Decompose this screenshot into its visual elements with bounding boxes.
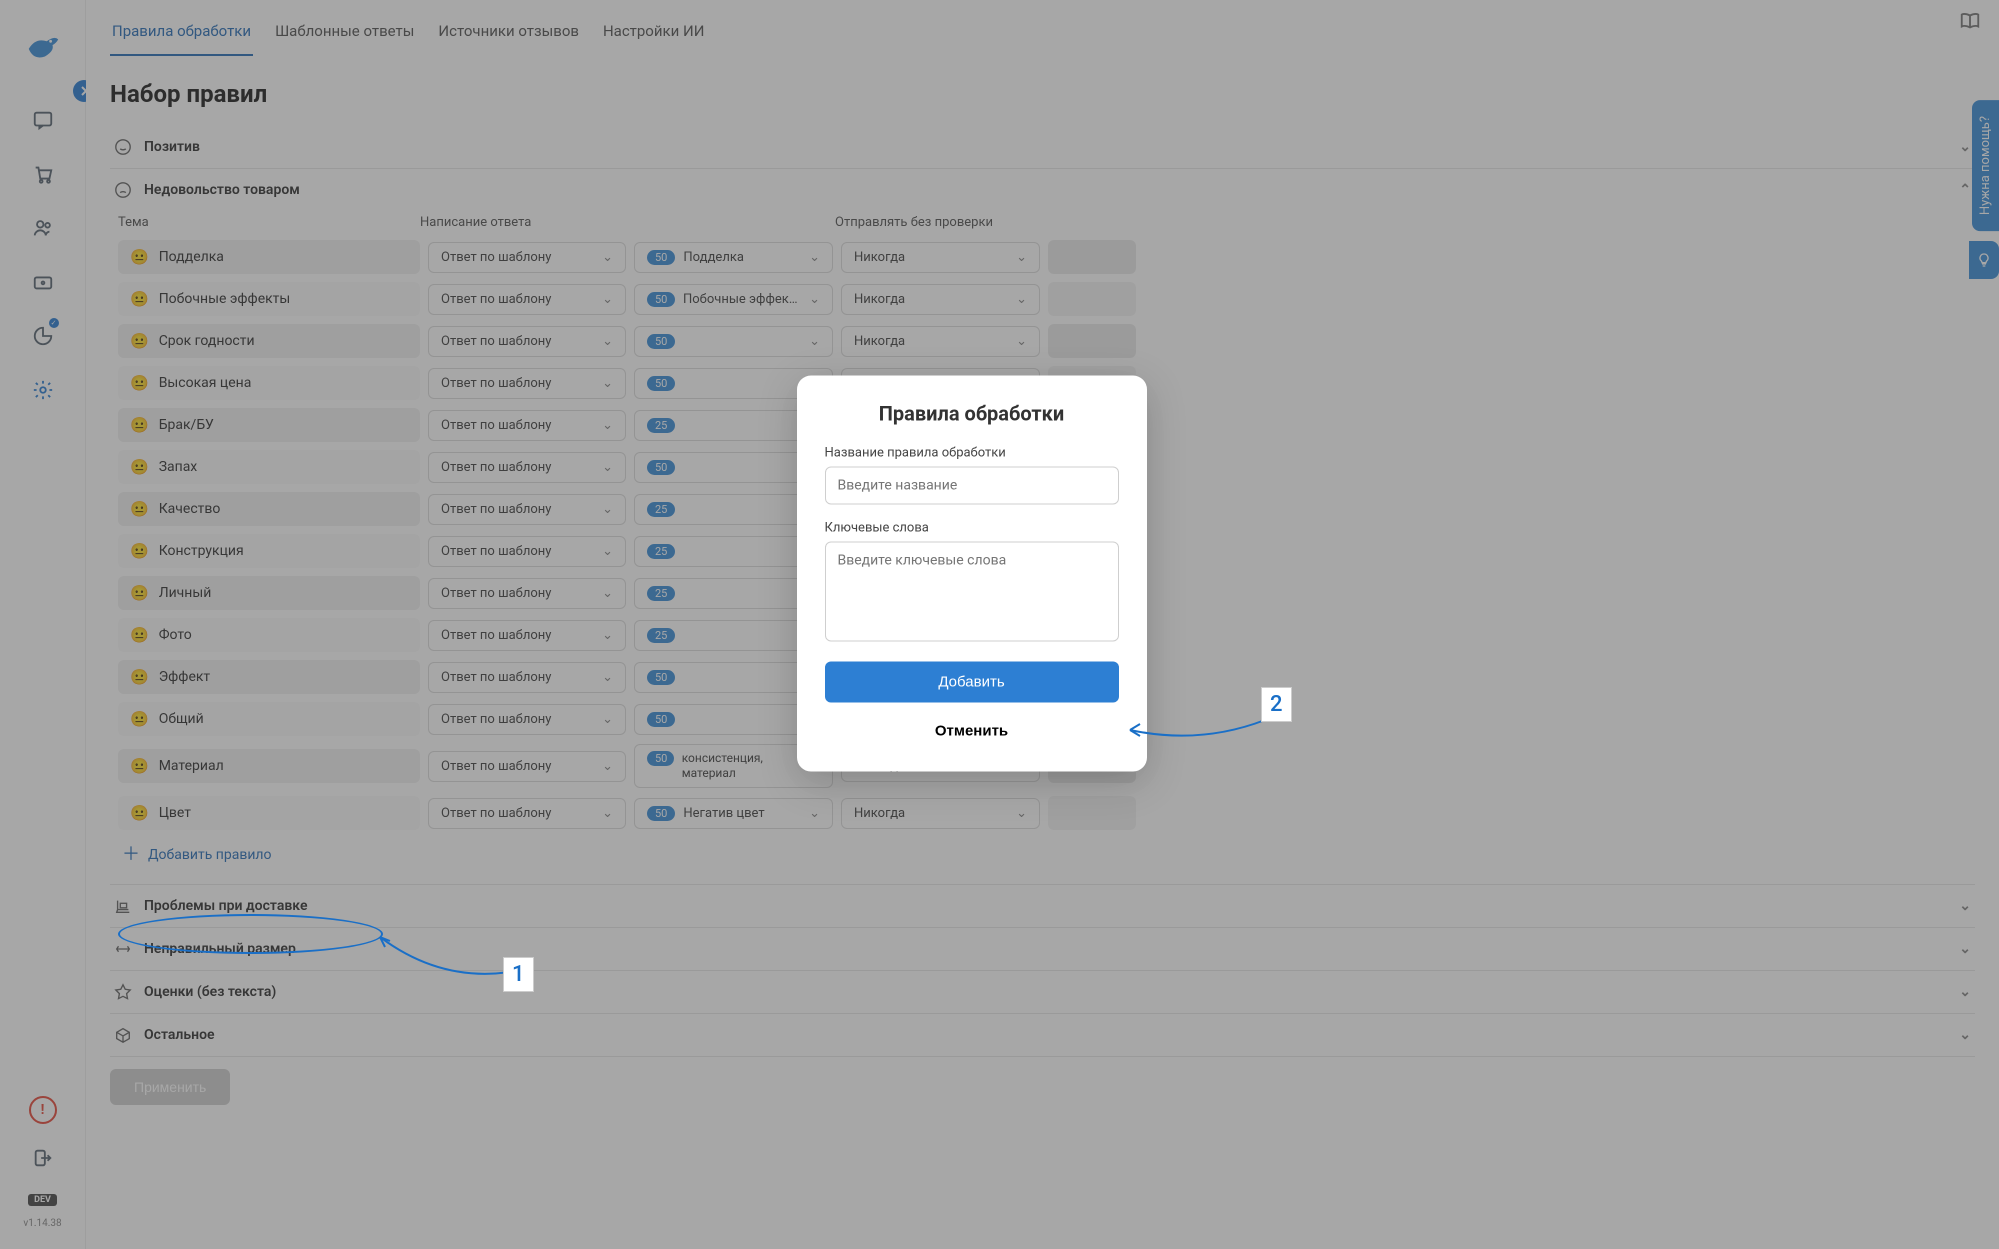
modal-title: Правила обработки <box>825 401 1119 425</box>
rule-modal: Правила обработки Название правила обраб… <box>797 375 1147 771</box>
rule-name-input[interactable] <box>825 466 1119 504</box>
annotation-label-1: 1 <box>503 957 534 992</box>
modal-add-button[interactable]: Добавить <box>825 661 1119 702</box>
annotation-label-2: 2 <box>1261 687 1292 722</box>
modal-cancel-button[interactable]: Отменить <box>825 712 1119 749</box>
rule-keywords-input[interactable] <box>825 541 1119 641</box>
annotation-arrow-2 <box>1120 710 1280 750</box>
modal-keywords-label: Ключевые слова <box>825 520 1119 535</box>
modal-name-label: Название правила обработки <box>825 445 1119 460</box>
